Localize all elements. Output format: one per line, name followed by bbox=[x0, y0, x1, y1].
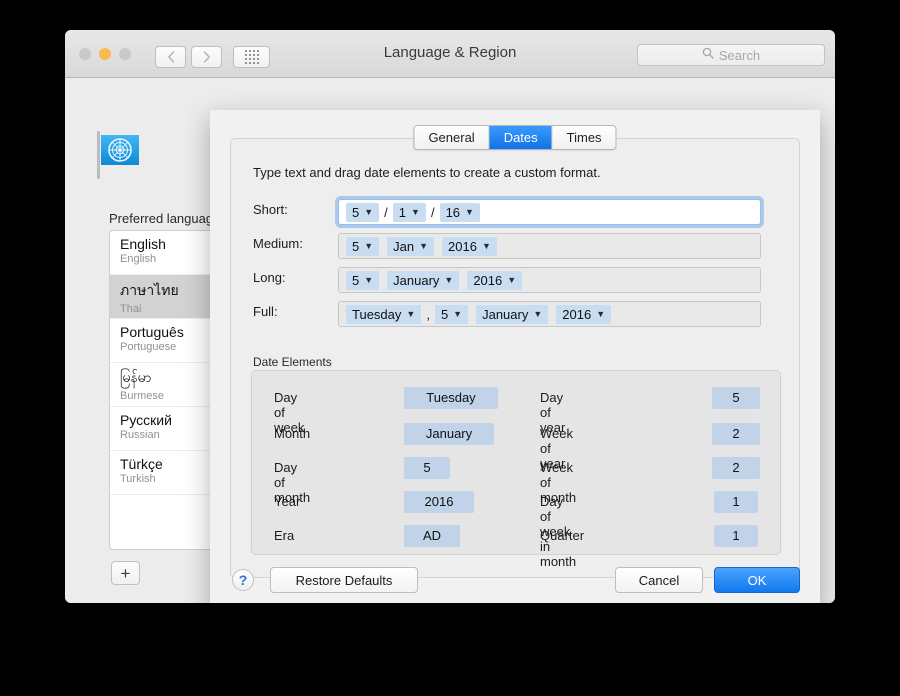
token-month[interactable]: January ▼ bbox=[387, 270, 460, 290]
preferences-window: Language & Region Search Preferred langu… bbox=[65, 30, 835, 603]
chevron-down-icon: ▼ bbox=[453, 309, 463, 319]
element-token[interactable]: 5 bbox=[712, 387, 760, 409]
search-placeholder: Search bbox=[718, 47, 761, 63]
chevron-down-icon: ▼ bbox=[406, 309, 416, 319]
long-format-field[interactable]: 5 ▼ January ▼ 2016 ▼ bbox=[338, 267, 761, 293]
custom-date-format-sheet: General Dates Times Type text and drag d… bbox=[210, 110, 820, 603]
tab-bar: General Dates Times bbox=[413, 125, 617, 150]
element-token[interactable]: 1 bbox=[714, 491, 758, 513]
chevron-down-icon: ▼ bbox=[481, 241, 491, 251]
element-label: Quarter bbox=[540, 528, 585, 543]
sheet-help-button[interactable]: ? bbox=[232, 569, 254, 591]
chevron-down-icon: ▼ bbox=[364, 207, 374, 217]
format-row-long: Long: 5 ▼ January ▼ 2016 ▼ bbox=[231, 267, 799, 293]
element-token[interactable]: 5 bbox=[404, 457, 450, 479]
element-token[interactable]: January bbox=[404, 423, 494, 445]
search-input[interactable]: Search bbox=[637, 44, 825, 66]
element-label: Year bbox=[274, 494, 301, 509]
short-format-field[interactable]: 5 ▼ / 1 ▼ / 16 ▼ bbox=[338, 199, 761, 225]
element-token[interactable]: 2 bbox=[712, 423, 760, 445]
separator: / bbox=[430, 204, 435, 220]
chevron-down-icon: ▼ bbox=[419, 241, 429, 251]
cancel-button[interactable]: Cancel bbox=[615, 567, 703, 593]
token-year[interactable]: 2016 ▼ bbox=[556, 304, 612, 324]
panel-hint: Type text and drag date elements to crea… bbox=[253, 165, 601, 180]
medium-label: Medium: bbox=[253, 236, 303, 251]
token-month[interactable]: Jan ▼ bbox=[387, 236, 435, 256]
medium-format-field[interactable]: 5 ▼ Jan ▼ 2016 ▼ bbox=[338, 233, 761, 259]
date-elements-label: Date Elements bbox=[253, 355, 332, 369]
search-icon bbox=[702, 46, 714, 64]
separator: , bbox=[426, 306, 430, 322]
tab-dates[interactable]: Dates bbox=[489, 126, 553, 149]
full-label: Full: bbox=[253, 304, 278, 319]
date-elements-group: Day of week Tuesday Month January Day of… bbox=[251, 370, 781, 569]
tab-times[interactable]: Times bbox=[552, 126, 616, 149]
short-label: Short: bbox=[253, 202, 288, 217]
token-month[interactable]: January ▼ bbox=[476, 304, 549, 324]
full-format-field[interactable]: Tuesday ▼ , 5 ▼ January ▼ 2016 ▼ bbox=[338, 301, 761, 327]
token-day[interactable]: 5 ▼ bbox=[346, 270, 380, 290]
chevron-down-icon: ▼ bbox=[596, 309, 606, 319]
token-day[interactable]: 5 ▼ bbox=[346, 202, 380, 222]
token-day[interactable]: 5 ▼ bbox=[346, 236, 380, 256]
chevron-down-icon: ▼ bbox=[364, 275, 374, 285]
token-weekday[interactable]: Tuesday ▼ bbox=[346, 304, 422, 324]
restore-defaults-button[interactable]: Restore Defaults bbox=[270, 567, 418, 593]
element-token[interactable]: Tuesday bbox=[404, 387, 498, 409]
chevron-down-icon: ▼ bbox=[411, 207, 420, 217]
add-language-button[interactable]: + bbox=[111, 561, 140, 585]
dates-panel: Type text and drag date elements to crea… bbox=[230, 138, 800, 578]
format-row-full: Full: Tuesday ▼ , 5 ▼ January ▼ 2016 ▼ bbox=[231, 301, 799, 327]
tab-general[interactable]: General bbox=[414, 126, 490, 149]
un-flag-icon bbox=[89, 125, 147, 183]
token-year[interactable]: 16 ▼ bbox=[439, 202, 480, 222]
token-month[interactable]: 1 ▼ bbox=[392, 202, 426, 222]
chevron-down-icon: ▼ bbox=[533, 309, 543, 319]
format-row-short: Short: 5 ▼ / 1 ▼ / 16 ▼ bbox=[231, 199, 799, 225]
chevron-down-icon: ▼ bbox=[507, 275, 517, 285]
chevron-down-icon: ▼ bbox=[364, 241, 374, 251]
element-token[interactable]: 2 bbox=[712, 457, 760, 479]
long-label: Long: bbox=[253, 270, 286, 285]
chevron-down-icon: ▼ bbox=[444, 275, 454, 285]
chevron-down-icon: ▼ bbox=[465, 207, 474, 217]
element-token[interactable]: 2016 bbox=[404, 491, 474, 513]
separator: / bbox=[384, 204, 388, 220]
token-day[interactable]: 5 ▼ bbox=[434, 304, 469, 324]
window-titlebar: Language & Region Search bbox=[65, 30, 835, 78]
element-token[interactable]: 1 bbox=[714, 525, 758, 547]
token-year[interactable]: 2016 ▼ bbox=[467, 270, 523, 290]
element-label: Era bbox=[274, 528, 295, 543]
format-row-medium: Medium: 5 ▼ Jan ▼ 2016 ▼ bbox=[231, 233, 799, 259]
token-year[interactable]: 2016 ▼ bbox=[442, 236, 497, 256]
element-token[interactable]: AD bbox=[404, 525, 460, 547]
element-label: Month bbox=[274, 426, 311, 441]
ok-button[interactable]: OK bbox=[714, 567, 800, 593]
